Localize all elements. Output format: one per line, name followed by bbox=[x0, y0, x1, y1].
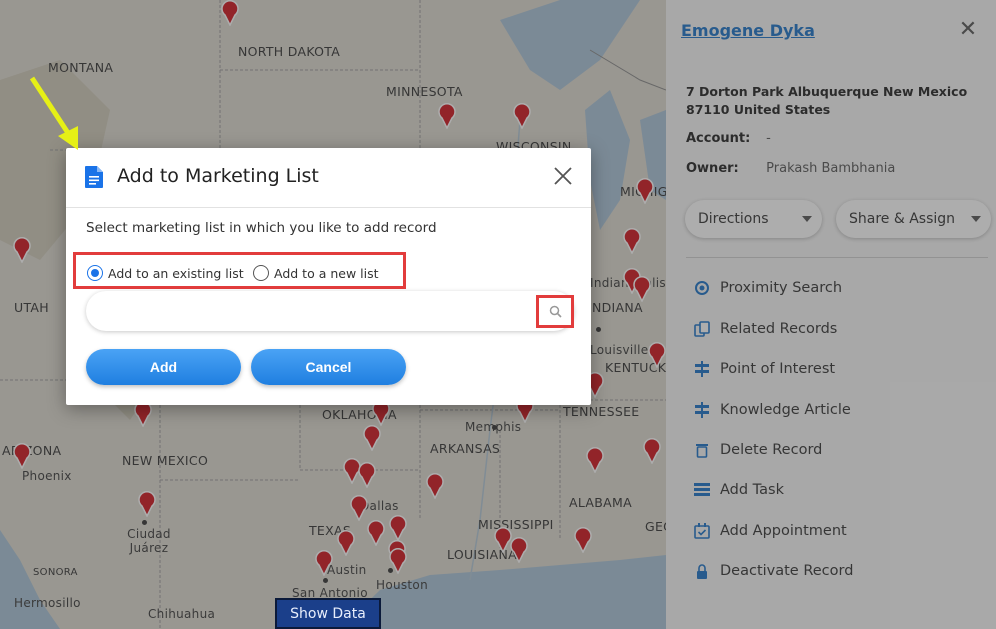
search-icon[interactable] bbox=[536, 295, 574, 328]
radio-new-list[interactable] bbox=[253, 265, 269, 281]
dialog-header: Add to Marketing List bbox=[66, 148, 591, 208]
option-new-list[interactable]: Add to a new list bbox=[253, 265, 379, 281]
dialog-description: Select marketing list in which you like … bbox=[86, 220, 437, 236]
dialog-close-icon[interactable] bbox=[552, 165, 574, 191]
option-existing-label: Add to an existing list bbox=[108, 265, 244, 281]
marketing-list-search-input[interactable] bbox=[86, 291, 574, 331]
document-icon bbox=[85, 166, 103, 192]
cancel-button[interactable]: Cancel bbox=[251, 349, 406, 385]
option-new-label: Add to a new list bbox=[274, 265, 379, 281]
radio-existing-list[interactable] bbox=[87, 265, 103, 281]
modal-backdrop-panel[interactable] bbox=[666, 0, 996, 629]
add-button[interactable]: Add bbox=[86, 349, 241, 385]
dialog-title: Add to Marketing List bbox=[117, 165, 319, 187]
list-option-highlight: Add to an existing list Add to a new lis… bbox=[73, 252, 406, 289]
add-to-marketing-list-dialog: Add to Marketing List Select marketing l… bbox=[66, 148, 591, 405]
annotation-arrow-icon bbox=[29, 76, 78, 150]
show-data-button[interactable]: Show Data bbox=[275, 598, 381, 629]
option-existing-list[interactable]: Add to an existing list bbox=[87, 265, 244, 281]
